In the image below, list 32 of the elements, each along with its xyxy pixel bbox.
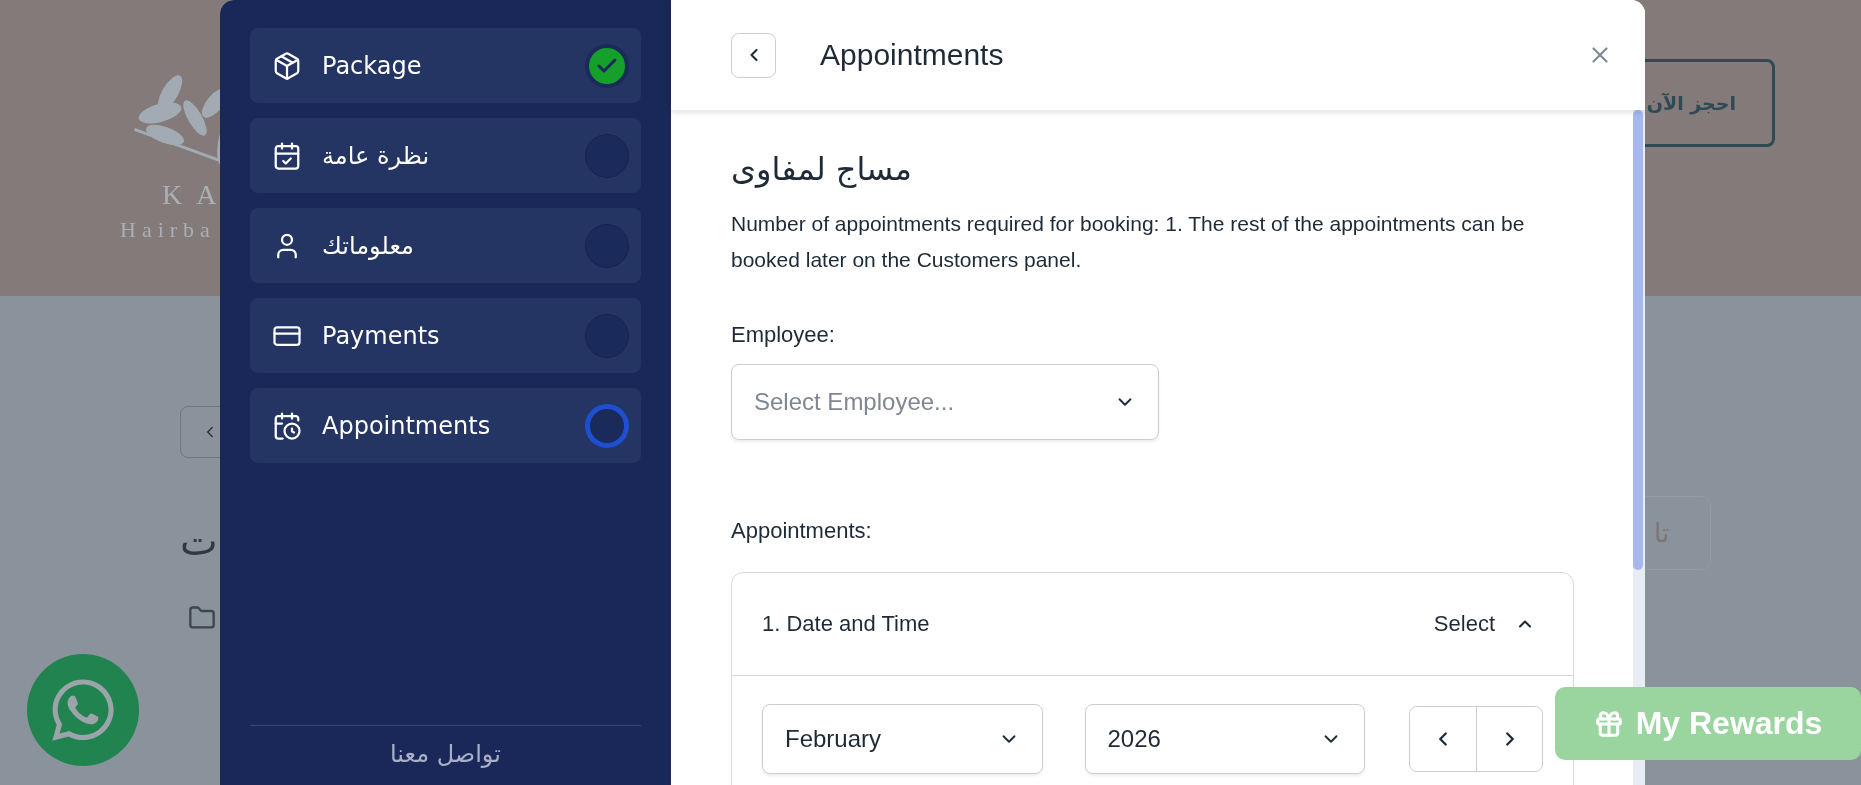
next-month-button[interactable] bbox=[1476, 707, 1542, 771]
panel-title: Appointments bbox=[820, 38, 1005, 72]
employee-select[interactable]: Select Employee... bbox=[731, 364, 1159, 440]
step-item[interactable]: Appointments bbox=[250, 388, 641, 463]
step-label: Package bbox=[322, 51, 423, 80]
year-select[interactable]: 2026 bbox=[1084, 704, 1365, 774]
month-select[interactable]: February bbox=[762, 704, 1043, 774]
booking-note: Number of appointments required for booking: 1. The rest of the appointments can be booked later on the Customers panel. bbox=[731, 211, 1526, 273]
calendar-check-icon bbox=[272, 140, 302, 171]
step-item[interactable]: نظرة عامة bbox=[250, 118, 641, 193]
contact-link[interactable]: تواصل معنا bbox=[390, 740, 501, 785]
calendar-clock-icon bbox=[272, 410, 302, 441]
step-item[interactable]: Package bbox=[250, 28, 641, 103]
gift-icon bbox=[1593, 708, 1624, 739]
step-label: معلوماتك bbox=[322, 231, 415, 260]
page-heading: ت bbox=[180, 518, 219, 564]
appointment-title: 1. Date and Time bbox=[762, 611, 931, 637]
step-item[interactable]: Payments bbox=[250, 298, 641, 373]
folder-icon bbox=[188, 604, 216, 632]
service-name: مساج لمفاوى bbox=[731, 150, 912, 188]
step-label: Payments bbox=[322, 321, 441, 350]
step-item[interactable]: معلوماتك bbox=[250, 208, 641, 283]
step-label: نظرة عامة bbox=[322, 141, 431, 170]
step-label: Appointments bbox=[322, 411, 492, 440]
logo-letters: KA bbox=[161, 179, 231, 211]
appointments-label: Appointments: bbox=[731, 518, 873, 544]
appointment-header[interactable]: 1. Date and Time Select bbox=[732, 573, 1573, 676]
appointment-status: Select bbox=[1433, 611, 1495, 637]
back-button[interactable] bbox=[731, 32, 776, 78]
logo-subtitle: Hairba bbox=[120, 217, 216, 243]
package-icon bbox=[272, 50, 302, 81]
employee-label: Employee: bbox=[731, 322, 836, 348]
